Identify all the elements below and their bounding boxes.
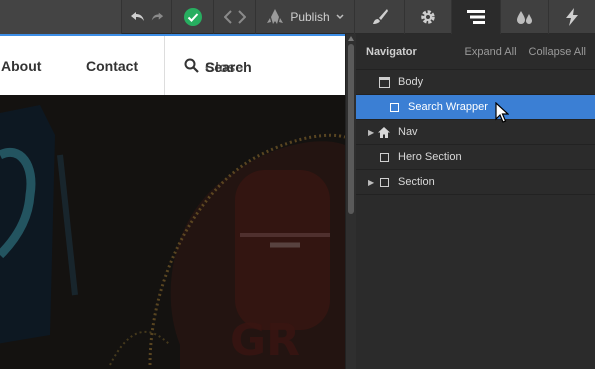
- scrollbar-thumb[interactable]: [348, 44, 354, 214]
- tab-navigator[interactable]: [451, 0, 500, 34]
- nav-link-about[interactable]: About: [1, 58, 41, 74]
- search-wrapper[interactable]: Search Close: [184, 58, 252, 76]
- navigator-item-hero-section[interactable]: Hero Section: [356, 145, 595, 170]
- rocket-icon: [266, 9, 284, 25]
- navigator-item-label: Nav: [398, 126, 418, 138]
- tab-swatches[interactable]: [500, 0, 548, 34]
- box-icon: [388, 101, 400, 113]
- navigator-item-label: Search Wrapper: [408, 101, 488, 113]
- site-navbar[interactable]: About Contact Search Close: [0, 34, 345, 97]
- scroll-up-arrow-icon[interactable]: [348, 36, 354, 41]
- navigator-item-label: Section: [398, 176, 435, 188]
- droplets-icon: [515, 9, 535, 25]
- navigator-header: Navigator Expand All Collapse All: [356, 34, 595, 70]
- home-icon: [378, 126, 390, 138]
- search-close-label: Close: [205, 59, 244, 75]
- status-button[interactable]: [171, 0, 213, 34]
- lightning-icon: [565, 8, 579, 26]
- box-icon: [378, 176, 390, 188]
- undo-icon[interactable]: [130, 10, 146, 24]
- code-view-button[interactable]: [213, 0, 255, 34]
- gear-icon: [419, 8, 437, 26]
- collapse-all-button[interactable]: Collapse All: [529, 46, 586, 58]
- check-circle-icon: [183, 7, 203, 27]
- hero-background-image: GR: [0, 95, 345, 369]
- navigator-list-icon: [466, 9, 486, 25]
- hero-section: GR: [0, 95, 345, 369]
- navigator-title: Navigator: [366, 45, 417, 58]
- search-icon: [184, 58, 199, 76]
- canvas-scrollbar[interactable]: [345, 34, 356, 369]
- code-brackets-icon: [223, 10, 246, 24]
- tab-style[interactable]: [354, 0, 404, 34]
- toolbar-spacer: [0, 0, 121, 34]
- mouse-pointer-icon: [495, 101, 510, 129]
- navigator-item-section[interactable]: ▶ Section: [356, 170, 595, 195]
- navigator-item-label: Hero Section: [398, 151, 462, 163]
- tab-settings[interactable]: [404, 0, 451, 34]
- nav-link-contact[interactable]: Contact: [86, 58, 138, 74]
- redo-icon[interactable]: [150, 10, 164, 24]
- design-canvas[interactable]: About Contact Search Close GR: [0, 34, 345, 369]
- expand-all-button[interactable]: Expand All: [465, 46, 517, 58]
- chevron-down-icon: [336, 14, 344, 20]
- publish-label: Publish: [290, 10, 330, 24]
- navigator-item-nav[interactable]: ▶ Nav: [356, 120, 595, 145]
- page-icon: [378, 76, 390, 88]
- box-icon: [378, 151, 390, 163]
- paintbrush-icon: [371, 8, 389, 26]
- publish-button[interactable]: Publish: [255, 0, 354, 34]
- svg-text:GR: GR: [230, 315, 300, 366]
- navigator-item-body[interactable]: Body: [356, 70, 595, 95]
- undo-redo-group: [121, 0, 171, 34]
- search-text-stack: Search Close: [205, 59, 252, 75]
- tab-interactions[interactable]: [548, 0, 595, 34]
- navigator-item-label: Body: [398, 76, 424, 88]
- caret-right-icon[interactable]: ▶: [368, 128, 378, 137]
- navigator-item-search-wrapper[interactable]: Search Wrapper: [356, 95, 595, 120]
- top-toolbar: Publish: [0, 0, 595, 34]
- caret-right-icon[interactable]: ▶: [368, 178, 378, 187]
- nav-divider: [164, 36, 165, 97]
- navigator-panel: Navigator Expand All Collapse All Body S…: [356, 34, 595, 369]
